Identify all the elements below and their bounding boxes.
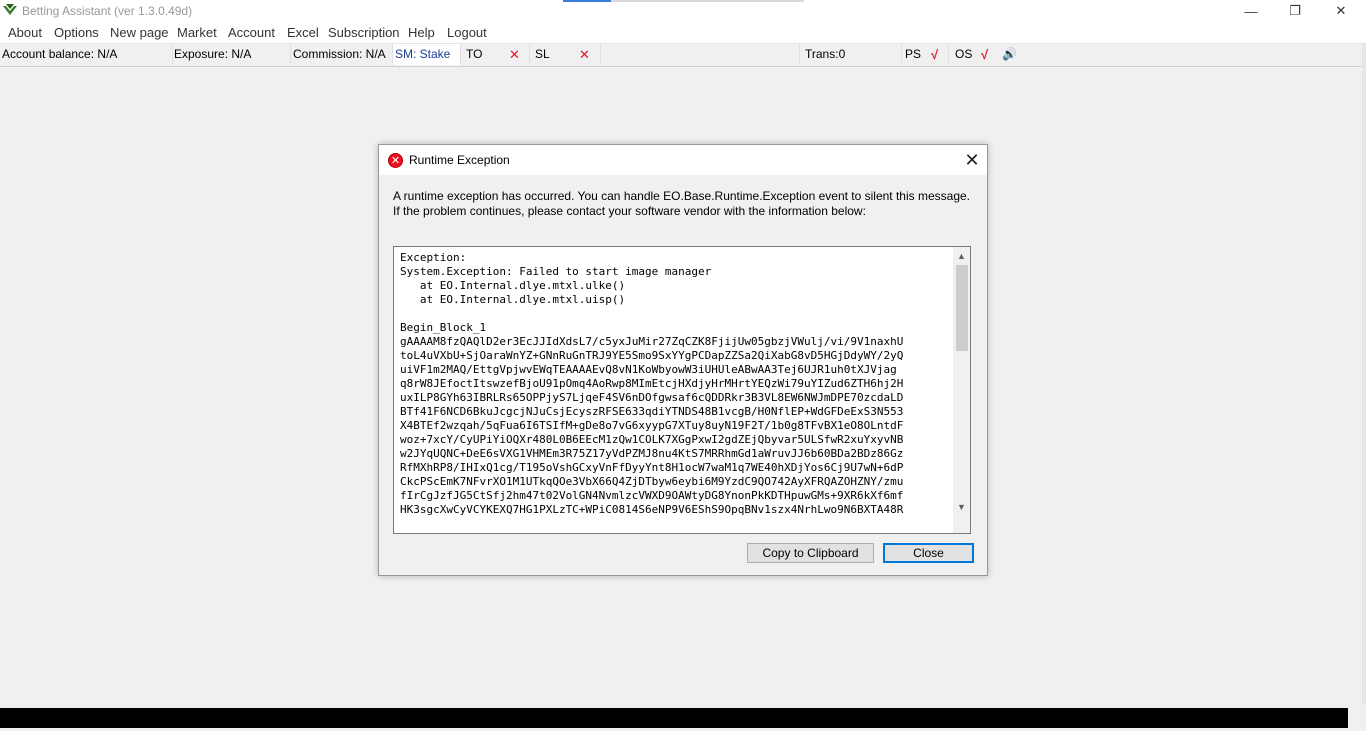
sl-off-icon[interactable]: ✕ [579, 44, 590, 65]
ps-label: PS [905, 47, 922, 61]
sound-toggle[interactable]: 🔊 [1002, 44, 1024, 65]
menu-logout[interactable]: Logout [447, 25, 487, 40]
bottom-corner [1348, 708, 1366, 728]
close-icon: ✕ [1335, 3, 1347, 18]
os-label: OS [955, 47, 973, 61]
exception-details-textbox[interactable]: Exception: System.Exception: Failed to s… [393, 246, 971, 534]
stop-loss-control[interactable]: SL ✕ [530, 44, 601, 65]
trans-count: Trans:0 [801, 44, 902, 65]
menu-excel[interactable]: Excel [287, 25, 319, 40]
bottom-status-bar [0, 708, 1348, 728]
exception-details-text[interactable]: Exception: System.Exception: Failed to s… [400, 251, 950, 529]
speaker-icon: 🔊 [1002, 47, 1017, 61]
ps-control[interactable]: PS √ [900, 44, 949, 65]
dialog-message: A runtime exception has occurred. You ca… [393, 189, 971, 218]
menu-bar: About Options New page Market Account Ex… [0, 22, 1366, 44]
status-strip: Account balance: N/A Exposure: N/A Commi… [0, 44, 1366, 67]
main-scrollbar[interactable] [1362, 44, 1366, 704]
os-control[interactable]: OS √ [950, 44, 998, 65]
menu-about[interactable]: About [8, 25, 42, 40]
commission: Commission: N/A [290, 44, 393, 65]
minimize-icon: — [1244, 3, 1258, 19]
close-button[interactable]: Close [883, 543, 974, 563]
exposure: Exposure: N/A [173, 44, 291, 65]
menu-account[interactable]: Account [228, 25, 275, 40]
minimize-button[interactable]: — [1228, 0, 1274, 22]
maximize-button[interactable]: ❐ [1272, 0, 1318, 22]
close-window-button[interactable]: ✕ [1318, 0, 1364, 22]
account-balance: Account balance: N/A [0, 44, 173, 65]
error-icon: ✕ [388, 153, 403, 168]
window-titlebar: Betting Assistant (ver 1.3.0.49d) — ❐ ✕ [0, 0, 1366, 22]
scroll-thumb[interactable] [956, 265, 968, 351]
scroll-up-icon[interactable]: ▲ [953, 248, 970, 264]
restore-icon: ❐ [1289, 3, 1301, 18]
taskbar-active-marker [563, 0, 611, 2]
dialog-titlebar: ✕ Runtime Exception ✕ [379, 145, 987, 175]
window-title: Betting Assistant (ver 1.3.0.49d) [22, 4, 193, 18]
menu-options[interactable]: Options [54, 25, 99, 40]
runtime-exception-dialog: ✕ Runtime Exception ✕ A runtime exceptio… [378, 144, 988, 576]
to-off-icon[interactable]: ✕ [509, 44, 520, 65]
menu-subscription[interactable]: Subscription [328, 25, 400, 40]
menu-help[interactable]: Help [408, 25, 435, 40]
menu-new-page[interactable]: New page [110, 25, 169, 40]
to-label: TO [466, 47, 483, 61]
taskbar-inactive-marker [611, 0, 804, 2]
menu-market[interactable]: Market [177, 25, 217, 40]
ps-check-icon[interactable]: √ [931, 44, 938, 65]
details-scrollbar[interactable]: ▲ ▼ [953, 247, 970, 533]
os-check-icon[interactable]: √ [981, 44, 988, 65]
stake-mode-button[interactable]: SM: Stake [393, 44, 461, 65]
app-logo-icon [3, 4, 17, 15]
scroll-down-icon[interactable]: ▼ [953, 499, 970, 515]
dialog-title: Runtime Exception [409, 153, 510, 167]
take-out-control[interactable]: TO ✕ [461, 44, 530, 65]
copy-to-clipboard-button[interactable]: Copy to Clipboard [747, 543, 874, 563]
sl-label: SL [535, 47, 550, 61]
close-icon: ✕ [964, 149, 980, 170]
dialog-close-button[interactable]: ✕ [957, 145, 987, 175]
status-empty-cell [601, 44, 800, 65]
